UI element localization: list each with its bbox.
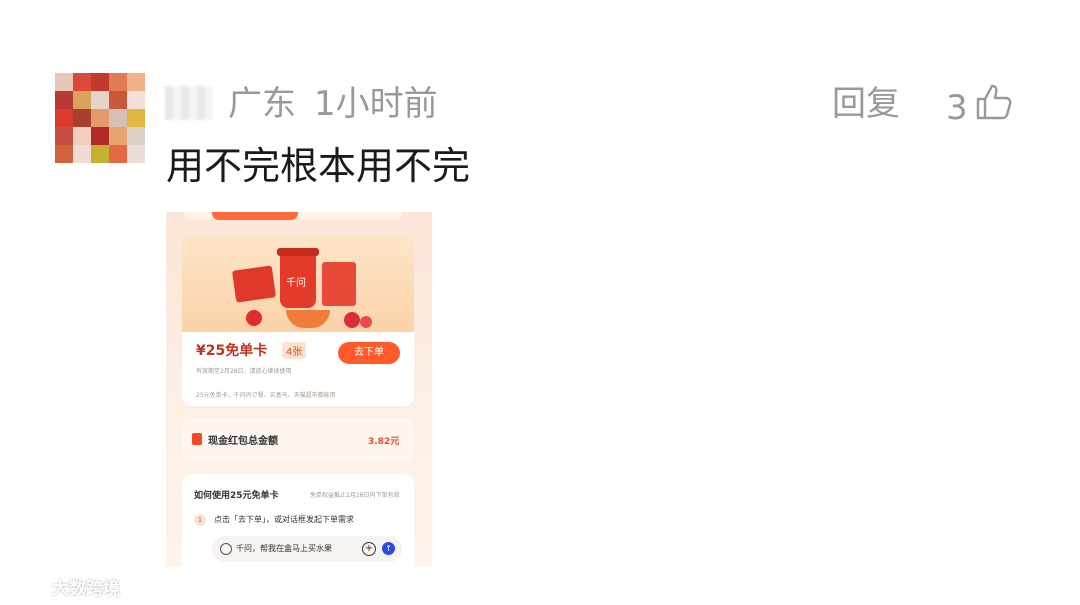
free-order-card: 千问 ¥25免单卡 4张 有效期至2月28日，请放心继续使用 去下单 25元免单… [182,236,414,406]
step-text: 点击「去下单」，或对话框发起下单需求 [214,515,354,524]
chevron-right-icon: › [396,432,400,443]
like-count: 3 [946,87,968,128]
comment-meta: 广东 1小时前 [228,82,438,126]
red-packet-icon [192,433,202,445]
top-button-fragment [212,212,298,220]
gift-box [231,265,277,303]
howto-deadline: 免单权益截止2月28日内下单有效 [310,492,400,499]
coupon-validity: 有效期至2月28日，请放心继续使用 [196,368,292,375]
howto-card: 如何使用25元免单卡 免单权益截止2月28日内下单有效 1 点击「去下单」，或对… [182,474,414,567]
watermark-text: 大数跨境 [52,579,120,599]
chat-input-text: 千问，帮我在盒马上买水果 [236,544,332,553]
plus-icon[interactable]: + [362,542,376,556]
howto-heading: 如何使用25元免单卡 [194,491,279,501]
chat-input[interactable]: 千问，帮我在盒马上买水果 + ↑ [212,536,402,562]
thumbs-up-icon[interactable] [974,82,1014,133]
coupon-price: ¥25免单卡 [196,343,268,359]
product-banner: 千问 [182,236,414,332]
cash-label: 现金红包总金额 [208,436,278,447]
watermark-logo-icon [8,572,48,601]
time-label: 1小时前 [314,84,438,124]
shopping-bag [322,262,356,306]
coupon-note: 25元免单卡，千问内订餐、买盒马、天猫超市都能用 [196,392,336,399]
cash-amount: 3.82元 [368,437,400,447]
coupon-count-badge: 4张 [282,342,307,359]
voice-icon[interactable] [220,543,232,555]
attached-screenshot[interactable]: 千问 ¥25免单卡 4张 有效期至2月28日，请放心继续使用 去下单 25元免单… [166,212,432,567]
apple [344,312,360,328]
watermark: 大数跨境 [8,572,120,601]
step-number: 1 [194,514,206,526]
apple [360,316,372,328]
bowl [286,310,330,328]
drink-cup: 千问 [277,248,319,308]
comment-text: 用不完根本用不完 [166,144,471,188]
go-order-button[interactable]: 去下单 [338,342,400,364]
cup-logo: 千问 [286,278,306,289]
like-button[interactable]: 3 [946,82,1014,133]
cash-bonus-row[interactable]: 现金红包总金额 3.82元 › [182,418,414,462]
username-blurred [165,86,213,120]
avatar[interactable] [55,73,145,163]
apple [246,310,262,326]
send-icon[interactable]: ↑ [382,542,395,555]
location-label: 广东 [228,84,296,124]
reply-button[interactable]: 回复 [832,82,900,126]
